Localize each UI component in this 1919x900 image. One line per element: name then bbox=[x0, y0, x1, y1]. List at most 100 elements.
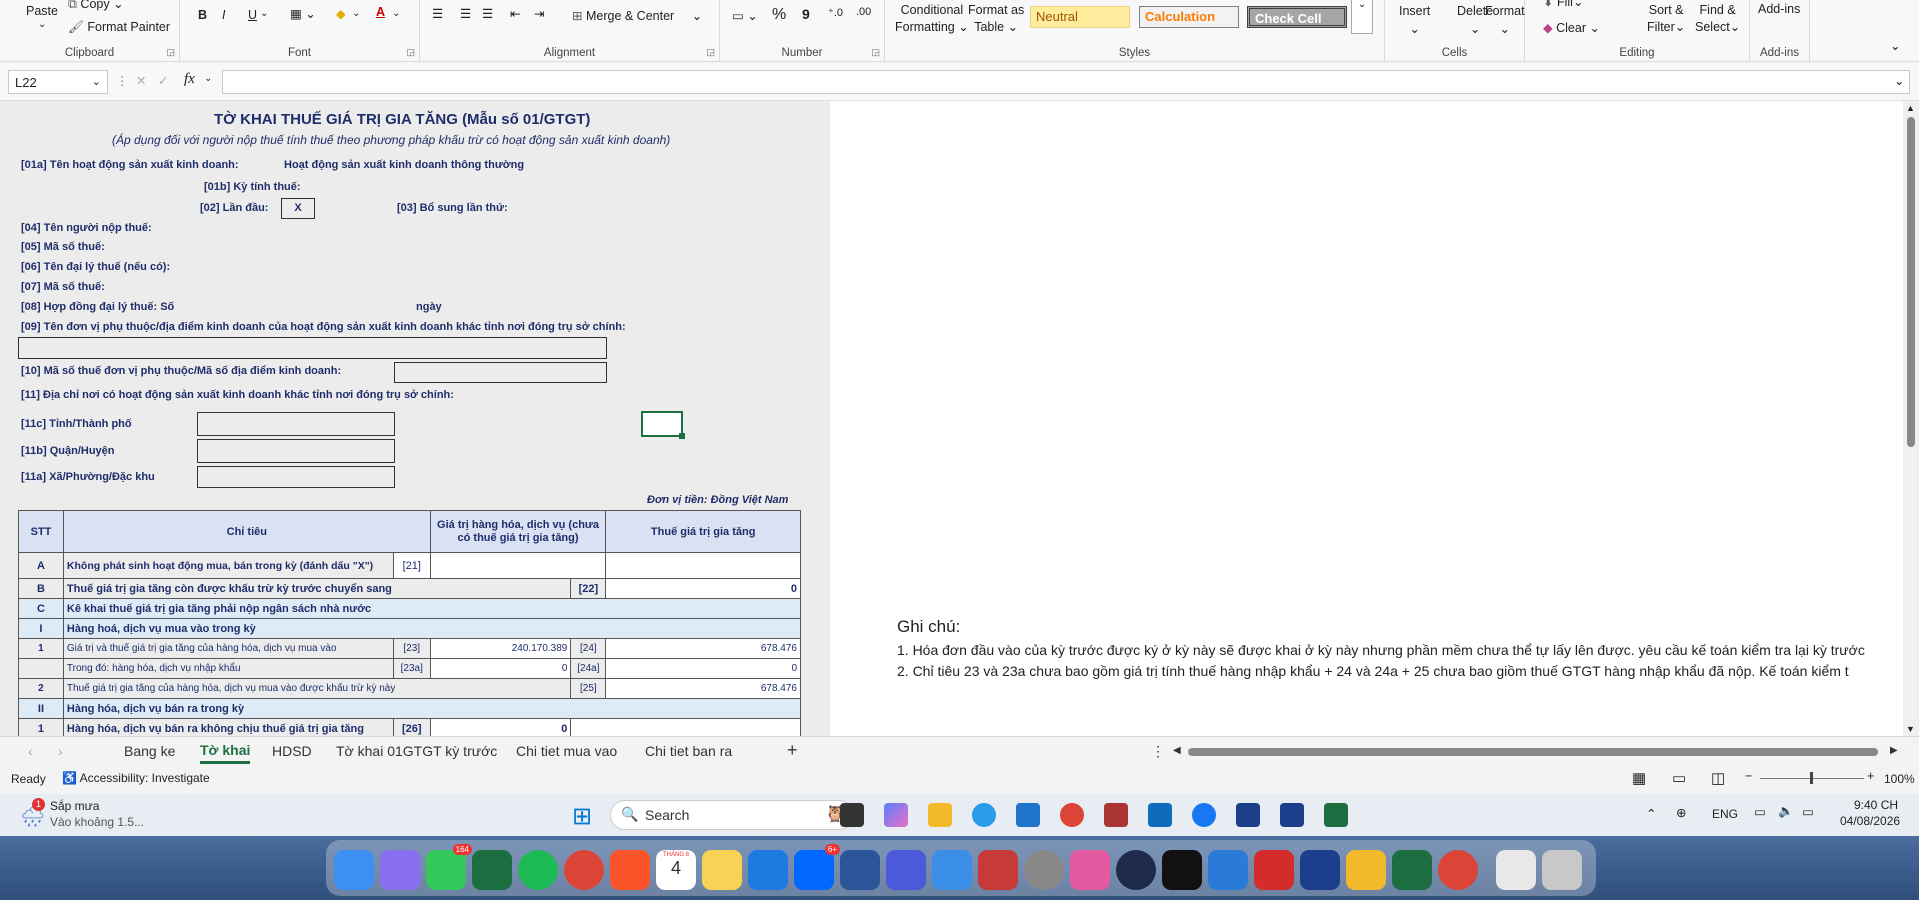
notes-icon[interactable] bbox=[702, 850, 742, 890]
comma-style-button[interactable]: 9 bbox=[802, 6, 810, 22]
zoom-slider[interactable] bbox=[1760, 772, 1864, 784]
scroll-down-icon[interactable]: ▼ bbox=[1906, 724, 1915, 734]
chrome-dock-2-icon[interactable] bbox=[1438, 850, 1478, 890]
addins-button[interactable]: Add-ins bbox=[1758, 2, 1800, 16]
clear-button[interactable]: ◆ Clear ⌄ bbox=[1543, 20, 1600, 35]
cancel-icon[interactable]: ✕ bbox=[136, 73, 146, 88]
windows-app-icon[interactable] bbox=[1208, 850, 1248, 890]
page-layout-icon[interactable]: ▭ bbox=[1672, 769, 1686, 787]
launchpad-icon[interactable] bbox=[380, 850, 420, 890]
field-11a[interactable] bbox=[197, 466, 395, 488]
field-09[interactable] bbox=[18, 337, 607, 359]
first-time-checkbox[interactable]: X bbox=[281, 198, 315, 219]
page-break-icon[interactable]: ◫ bbox=[1711, 769, 1725, 787]
excel-taskbar-icon[interactable] bbox=[1324, 803, 1348, 827]
tray-overflow-icon[interactable]: ⌃ bbox=[1646, 806, 1656, 821]
dialog-launcher-icon[interactable]: ◲ bbox=[166, 47, 175, 58]
percent-button[interactable]: % bbox=[772, 6, 786, 24]
merge-center-button[interactable]: ⊞ Merge & Center ⌄ bbox=[572, 8, 702, 23]
decrease-decimal-icon[interactable]: .00 bbox=[856, 6, 871, 18]
chevron-down-icon[interactable]: ⌄ bbox=[92, 75, 101, 88]
chevron-down-icon[interactable]: ⌄ bbox=[204, 73, 212, 84]
scroll-right-icon[interactable]: ▶ bbox=[1890, 745, 1898, 756]
insert-button[interactable]: Insert ⌄ bbox=[1399, 2, 1430, 38]
tab-chi-tiet-ban-ra[interactable]: Chi tiet ban ra bbox=[645, 743, 732, 759]
increase-decimal-icon[interactable]: ⁺.0 bbox=[828, 6, 843, 19]
teamviewer-icon[interactable] bbox=[1116, 850, 1156, 890]
folder-icon[interactable] bbox=[1346, 850, 1386, 890]
chrome-icon[interactable] bbox=[1060, 803, 1084, 827]
format-painter-button[interactable]: 🖌 Format Painter bbox=[68, 20, 170, 35]
name-box[interactable]: L22 ⌄ bbox=[8, 70, 108, 94]
copy-button[interactable]: ⧉ Copy ⌄ bbox=[68, 0, 124, 12]
conditional-formatting-button[interactable]: Conditional Formatting ⌄ bbox=[895, 2, 969, 36]
clock-time[interactable]: 9:40 CH bbox=[1854, 798, 1898, 812]
network-icon[interactable]: ⊕ bbox=[1676, 805, 1686, 820]
tab-bang-ke[interactable]: Bang ke bbox=[124, 743, 175, 759]
normal-view-icon[interactable]: ▦ bbox=[1632, 769, 1646, 787]
tab-hdsd[interactable]: HDSD bbox=[272, 743, 312, 759]
sort-filter-button[interactable]: Sort & Filter⌄ bbox=[1647, 2, 1685, 36]
field-10[interactable] bbox=[394, 362, 607, 383]
field-11b[interactable] bbox=[197, 439, 395, 463]
brave-icon[interactable] bbox=[610, 850, 650, 890]
font-color-icon[interactable]: A bbox=[376, 5, 385, 19]
fdi-2-icon[interactable] bbox=[1280, 803, 1304, 827]
taskbar-search-input[interactable]: 🔍 Search 🦉 bbox=[610, 800, 854, 830]
fill-color-icon[interactable]: ◆ bbox=[336, 6, 346, 21]
app-3-icon[interactable] bbox=[886, 850, 926, 890]
more-options-icon[interactable]: ⋮ bbox=[1151, 743, 1165, 760]
clock-date[interactable]: 04/08/2026 bbox=[1840, 814, 1900, 828]
accessibility-button[interactable]: ♿ Accessibility: Investigate bbox=[62, 771, 210, 785]
weather-title[interactable]: Sắp mưa bbox=[50, 799, 99, 813]
document-icon[interactable] bbox=[1496, 850, 1536, 890]
spotify-icon[interactable] bbox=[518, 850, 558, 890]
row-checkbox[interactable] bbox=[429, 552, 607, 579]
word-icon[interactable] bbox=[840, 850, 880, 890]
zoom-level[interactable]: 100% bbox=[1884, 772, 1915, 786]
outlook-icon[interactable] bbox=[1016, 803, 1040, 827]
fdi-dock-icon[interactable] bbox=[1300, 850, 1340, 890]
increase-indent-icon[interactable]: ⇥ bbox=[534, 6, 544, 21]
italic-button[interactable]: I bbox=[222, 8, 225, 22]
zoom-in-icon[interactable]: + bbox=[1867, 769, 1874, 783]
fill-color-dropdown-icon[interactable]: ⌄ bbox=[352, 8, 360, 19]
underline-button[interactable]: U bbox=[248, 8, 257, 22]
copilot-icon[interactable] bbox=[884, 803, 908, 827]
format-as-table-button[interactable]: Format as Table ⌄ bbox=[968, 2, 1024, 36]
borders-icon[interactable]: ▦ ⌄ bbox=[290, 6, 316, 21]
edge-icon[interactable] bbox=[972, 803, 996, 827]
windows-start-icon[interactable]: ⊞ bbox=[572, 802, 592, 831]
chrome-dock-icon[interactable] bbox=[564, 850, 604, 890]
vertical-scroll-thumb[interactable] bbox=[1907, 117, 1915, 447]
collapse-ribbon-icon[interactable]: ⌄ bbox=[1890, 38, 1900, 53]
align-center-icon[interactable]: ☰ bbox=[460, 6, 471, 21]
zoom-slider-thumb[interactable] bbox=[1810, 772, 1813, 784]
insert-function-button[interactable]: fx bbox=[184, 71, 195, 88]
align-left-icon[interactable]: ☰ bbox=[432, 6, 443, 21]
tab-to-khai[interactable]: Tờ khai bbox=[200, 739, 251, 764]
app-v-icon[interactable] bbox=[932, 850, 972, 890]
excel-dock-icon[interactable] bbox=[472, 850, 512, 890]
calculation-style[interactable]: Calculation bbox=[1139, 6, 1239, 28]
trash-icon[interactable] bbox=[1542, 850, 1582, 890]
bold-button[interactable]: B bbox=[198, 8, 207, 22]
field-11c[interactable] bbox=[197, 412, 395, 436]
app-umbrella-icon[interactable] bbox=[1070, 850, 1110, 890]
app-icon[interactable] bbox=[1104, 803, 1128, 827]
system-settings-icon[interactable] bbox=[1024, 850, 1064, 890]
tiktok-icon[interactable] bbox=[1162, 850, 1202, 890]
expand-formula-bar-icon[interactable]: ⌄ bbox=[1894, 73, 1904, 88]
dialog-launcher-icon[interactable]: ◲ bbox=[406, 47, 415, 58]
fill-button[interactable]: ⬇ Fill⌄ bbox=[1543, 0, 1583, 9]
dialog-launcher-icon[interactable]: ◲ bbox=[706, 47, 715, 58]
outlook-new-icon[interactable] bbox=[1148, 803, 1172, 827]
tab-chi-tiet-mua-vao[interactable]: Chi tiet mua vao bbox=[516, 743, 617, 759]
add-sheet-icon[interactable]: + bbox=[787, 740, 798, 761]
underline-dropdown-icon[interactable]: ⌄ bbox=[260, 8, 268, 19]
align-right-icon[interactable]: ☰ bbox=[482, 6, 493, 21]
decrease-indent-icon[interactable]: ⇤ bbox=[510, 6, 520, 21]
file-explorer-icon[interactable] bbox=[928, 803, 952, 827]
scroll-left-icon[interactable]: ◀ bbox=[1173, 745, 1181, 756]
app-red-icon[interactable] bbox=[978, 850, 1018, 890]
